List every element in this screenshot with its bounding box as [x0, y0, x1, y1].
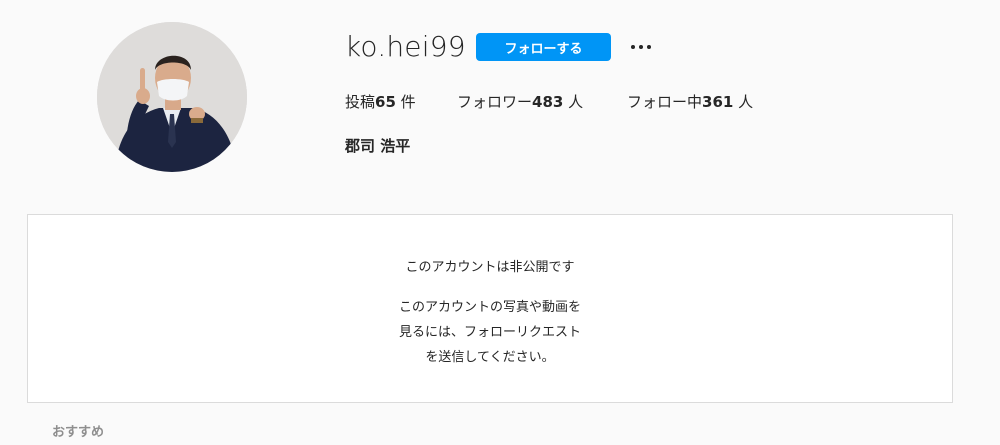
follow-button[interactable]: フォローする — [476, 33, 611, 61]
posts-label: 投稿 — [345, 93, 376, 111]
more-options-icon[interactable] — [626, 36, 656, 58]
followers-number: 483 — [532, 93, 564, 111]
followers-unit: 人 — [563, 93, 584, 111]
dot — [647, 45, 651, 49]
suggestions-heading: おすすめ — [52, 425, 105, 440]
following-number: 361 — [702, 93, 734, 111]
profile-photo — [97, 22, 247, 172]
following-unit: 人 — [733, 93, 754, 111]
full-name: 郡司 浩平 — [345, 137, 411, 155]
posts-number: 65 — [375, 93, 396, 111]
posts-count: 投稿65 件 — [345, 92, 416, 112]
followers-count[interactable]: フォロワー483 人 — [457, 92, 583, 112]
avatar[interactable] — [97, 22, 247, 172]
following-label: フォロー中 — [627, 93, 703, 111]
following-count[interactable]: フォロー中361 人 — [627, 92, 753, 112]
private-description: このアカウントの写真や動画を見るには、フォローリクエストを送信してください。 — [398, 300, 581, 365]
dot — [639, 45, 643, 49]
dot — [631, 45, 635, 49]
private-account-card: このアカウントは非公開です このアカウントの写真や動画を見るには、フォローリクエ… — [27, 214, 953, 403]
followers-label: フォロワー — [457, 93, 533, 111]
profile-page: ko.hei99 フォローする 投稿65 件 フォロワー483 人 フォロー中3… — [0, 0, 1000, 445]
posts-unit: 件 — [395, 93, 416, 111]
private-title: このアカウントは非公開です — [405, 260, 575, 275]
username: ko.hei99 — [345, 30, 466, 63]
